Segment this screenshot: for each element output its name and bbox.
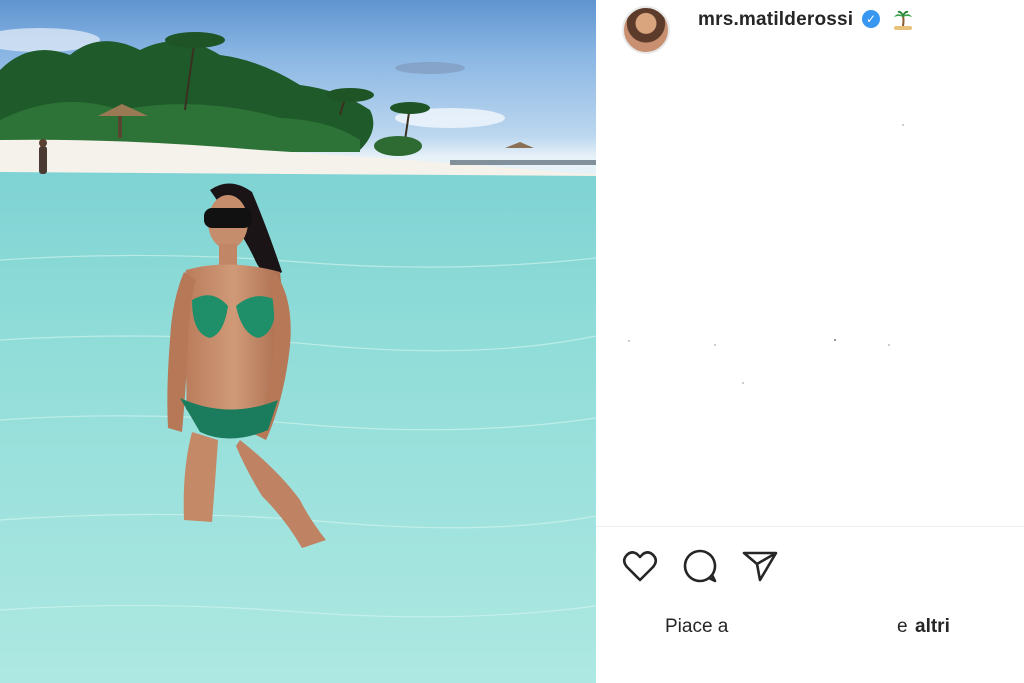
comment-bubble-icon[interactable]	[680, 546, 720, 586]
beach-scene-image	[0, 28, 596, 683]
speck	[834, 339, 836, 341]
heart-icon[interactable]	[620, 546, 660, 586]
likes-connector: e	[897, 616, 908, 637]
likes-others-link[interactable]: altri	[915, 616, 950, 638]
post-photo[interactable]	[0, 0, 596, 683]
avatar[interactable]	[622, 6, 670, 54]
paper-plane-icon[interactable]	[740, 546, 780, 586]
verified-badge-icon: ✓	[862, 10, 880, 28]
speck	[902, 124, 904, 126]
username-link[interactable]: mrs.matilderossi	[698, 9, 853, 31]
post-panel: mrs.matilderossi ✓ Piace a e altri	[596, 0, 1024, 683]
speck	[888, 344, 890, 346]
divider	[596, 526, 1024, 527]
likes-prefix: Piace a	[665, 616, 729, 637]
speck	[628, 340, 630, 342]
post-header: mrs.matilderossi ✓	[596, 0, 1024, 62]
likes-line: Piace a e altri	[596, 616, 1024, 642]
speck	[714, 344, 716, 346]
speck	[742, 382, 744, 384]
palm-tree-emoji	[894, 10, 912, 30]
